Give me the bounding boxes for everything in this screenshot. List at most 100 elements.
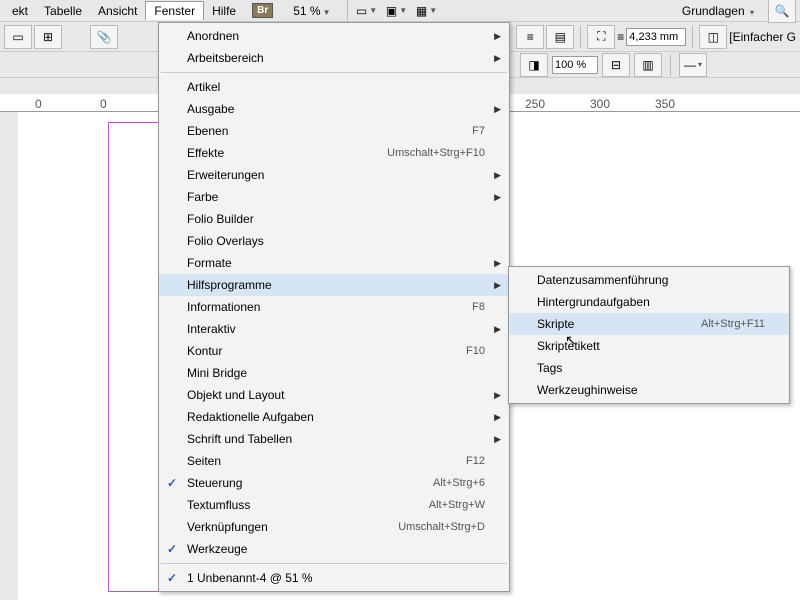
menu-item-label: Formate	[187, 256, 485, 270]
menu-item-label: Hilfsprogramme	[187, 278, 485, 292]
menu-item[interactable]: Folio Overlays	[159, 230, 509, 252]
menubar-item-fenster[interactable]: Fenster	[145, 1, 204, 20]
menu-item[interactable]: Schrift und Tabellen▶	[159, 428, 509, 450]
zoom-level[interactable]: 51 %▼	[287, 3, 336, 19]
menu-item-label: Tags	[537, 361, 765, 375]
ruler-tick: 350	[655, 97, 675, 111]
menu-item[interactable]: Folio Builder	[159, 208, 509, 230]
menu-item[interactable]: ✓1 Unbenannt-4 @ 51 %	[159, 567, 509, 589]
menu-item[interactable]: TextumflussAlt+Strg+W	[159, 494, 509, 516]
menu-item[interactable]: EffekteUmschalt+Strg+F10	[159, 142, 509, 164]
reference-point-icon[interactable]: ⊞	[34, 25, 62, 49]
menu-item[interactable]: Formate ▶	[159, 252, 509, 274]
menu-item[interactable]: Anordnen▶	[159, 25, 509, 47]
menu-item[interactable]: Tags	[509, 357, 789, 379]
menu-item[interactable]: Farbe ▶	[159, 186, 509, 208]
search-icon[interactable]: 🔍	[768, 0, 796, 23]
menu-item-label: Anordnen	[187, 29, 485, 43]
menu-separator	[161, 563, 507, 564]
menubar-item-objekt[interactable]: ekt	[4, 2, 36, 20]
chevron-right-icon: ▶	[494, 412, 501, 423]
menu-item[interactable]: VerknüpfungenUmschalt+Strg+D	[159, 516, 509, 538]
distribute-icon[interactable]: ⊟	[602, 53, 630, 77]
workspace-switcher[interactable]: Grundlagen ▾	[672, 2, 764, 20]
check-icon: ✓	[167, 571, 177, 585]
menu-item-label: Werkzeughinweise	[537, 383, 765, 397]
menu-item[interactable]: InformationenF8	[159, 296, 509, 318]
menu-item[interactable]: SeitenF12	[159, 450, 509, 472]
stroke-style-icon[interactable]: —▾	[679, 53, 707, 77]
corner-options-icon[interactable]: ◫	[699, 25, 727, 49]
fenster-menu: Anordnen▶Arbeitsbereich▶ArtikelAusgabe▶E…	[158, 22, 510, 592]
arrange-icon[interactable]: ▦▼	[414, 2, 440, 20]
menu-item[interactable]: Erweiterungen▶	[159, 164, 509, 186]
menu-item-label: Folio Builder	[187, 212, 485, 226]
menu-item[interactable]: Redaktionelle Aufgaben ▶	[159, 406, 509, 428]
menu-item-label: Seiten	[187, 454, 466, 468]
menu-item-label: Mini Bridge	[187, 366, 485, 380]
chevron-right-icon: ▶	[494, 53, 501, 64]
menubar-item-tabelle[interactable]: Tabelle	[36, 2, 90, 20]
menu-item[interactable]: Arbeitsbereich ▶	[159, 47, 509, 69]
menu-shortcut: F7	[472, 125, 485, 137]
scale-input[interactable]	[552, 56, 598, 74]
crop-icon[interactable]: ⛶	[587, 25, 615, 49]
chevron-right-icon: ▶	[494, 280, 501, 291]
menu-item-label: Arbeitsbereich	[187, 51, 485, 65]
stroke-weight-input[interactable]	[626, 28, 686, 46]
hilfsprogramme-submenu: Datenzusammenführung Hintergrundaufgaben S…	[508, 266, 790, 404]
menubar-item-hilfe[interactable]: Hilfe	[204, 2, 244, 20]
view-options-icon[interactable]: ▣▼	[384, 2, 410, 20]
menu-item[interactable]: Hilfsprogramme ▶	[159, 274, 509, 296]
menubar: ekt Tabelle Ansicht Fenster Hilfe Br 51 …	[0, 0, 800, 22]
menu-item[interactable]: Objekt und Layout ▶	[159, 384, 509, 406]
menu-item-label: Steuerung	[187, 476, 433, 490]
menu-item[interactable]: Artikel	[159, 76, 509, 98]
menu-shortcut: F10	[466, 345, 485, 357]
bridge-icon[interactable]: Br	[252, 3, 273, 18]
menu-item-label: Effekte	[187, 146, 387, 160]
check-icon: ✓	[167, 542, 177, 556]
menubar-item-ansicht[interactable]: Ansicht	[90, 2, 145, 20]
menu-item-label: Skriptetikett	[537, 339, 765, 353]
screen-mode-icon[interactable]: ▭▼	[354, 2, 380, 20]
menu-shortcut: Umschalt+Strg+D	[398, 521, 485, 533]
menu-item-label: Kontur	[187, 344, 466, 358]
chevron-right-icon: ▶	[494, 192, 501, 203]
menu-item[interactable]: Ausgabe▶	[159, 98, 509, 120]
menu-item[interactable]: ✓SteuerungAlt+Strg+6	[159, 472, 509, 494]
menu-item[interactable]: ✓Werkzeuge	[159, 538, 509, 560]
ruler-tick: 300	[590, 97, 610, 111]
menu-item[interactable]: Datenzusammenführung	[509, 269, 789, 291]
menu-item-label: Redaktionelle Aufgaben	[187, 410, 485, 424]
menu-item[interactable]: Mini Bridge	[159, 362, 509, 384]
text-wrap-icon[interactable]: ▤	[546, 25, 574, 49]
menu-item-label: Objekt und Layout	[187, 388, 485, 402]
menu-item-label: Folio Overlays	[187, 234, 485, 248]
menu-item[interactable]: EbenenF7	[159, 120, 509, 142]
menu-item-label: Erweiterungen	[187, 168, 485, 182]
menu-item[interactable]: Hintergrundaufgaben	[509, 291, 789, 313]
menu-item[interactable]: Skriptetikett	[509, 335, 789, 357]
menu-separator	[161, 72, 507, 73]
menu-item[interactable]: Interaktiv▶	[159, 318, 509, 340]
align-icon[interactable]: ≡	[516, 25, 544, 49]
ruler-tick: 0	[35, 97, 42, 111]
wrap-around-icon[interactable]: ▥	[634, 53, 662, 77]
menu-item-label: Farbe	[187, 190, 485, 204]
chevron-right-icon: ▶	[494, 390, 501, 401]
stroke-swatch-icon[interactable]: ◨	[520, 53, 548, 77]
menu-item[interactable]: KonturF10	[159, 340, 509, 362]
menu-item[interactable]: SkripteAlt+Strg+F11	[509, 313, 789, 335]
selection-tool-icon[interactable]: ▭	[4, 25, 32, 49]
menu-shortcut: Alt+Strg+6	[433, 477, 485, 489]
menu-item-label: Schrift und Tabellen	[187, 432, 485, 446]
menu-item-label: Ausgabe	[187, 102, 485, 116]
menu-shortcut: Alt+Strg+F11	[701, 318, 765, 330]
chevron-right-icon: ▶	[494, 258, 501, 269]
menu-item-label: Skripte	[537, 317, 701, 331]
menu-item[interactable]: Werkzeughinweise	[509, 379, 789, 401]
menu-item-label: Hintergrundaufgaben	[537, 295, 765, 309]
menu-shortcut: Umschalt+Strg+F10	[387, 147, 485, 159]
attach-icon[interactable]: 📎	[90, 25, 118, 49]
